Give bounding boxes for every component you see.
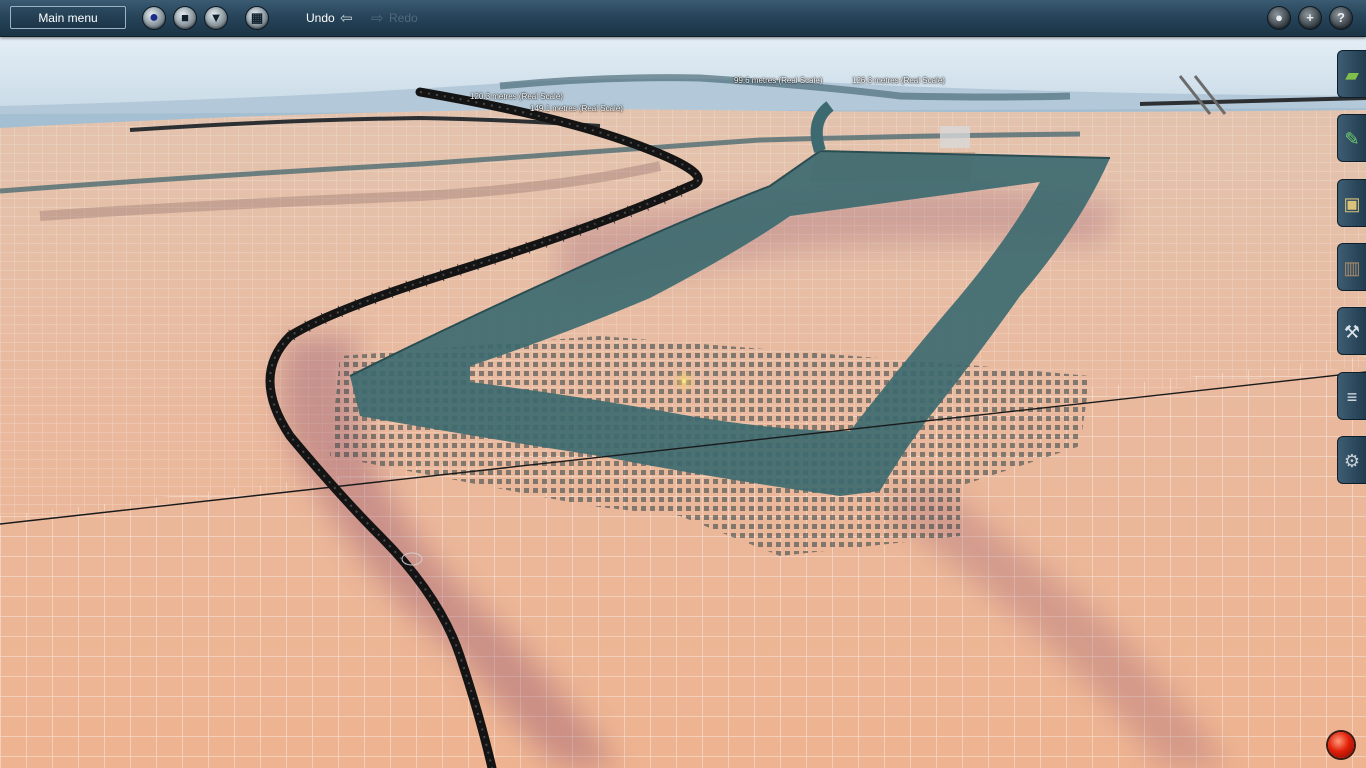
objects-tool-icon: ▣ [1343, 194, 1361, 214]
globe-button[interactable]: ● [143, 7, 165, 29]
redo-label: Redo [389, 11, 418, 25]
help-button[interactable]: ? [1330, 7, 1352, 29]
objects-tool-tab[interactable]: ▣ [1337, 179, 1366, 227]
terrain-scene[interactable] [0, 36, 1366, 768]
paint-tool-tab[interactable]: ✎ [1337, 114, 1366, 162]
add-button[interactable]: + [1299, 7, 1321, 29]
paint-tool-icon: ✎ [1344, 129, 1360, 149]
redo-arrow-icon: ⇨ [371, 10, 384, 27]
gear-icon: ⚙ [1343, 451, 1361, 471]
stop-icon: ■ [181, 10, 189, 25]
measurement-label: 120.3 metres (Real Scale) [470, 92, 563, 101]
3d-viewport[interactable]: 99.6 metres (Real Scale) 126.3 metres (R… [0, 36, 1366, 768]
grid-icon: ▦ [250, 10, 264, 25]
settings-tab[interactable]: ⚙ [1337, 436, 1366, 484]
track-tool-icon: ▥ [1343, 258, 1361, 278]
grid-button[interactable]: ▦ [246, 7, 268, 29]
camera-button[interactable]: ● [1268, 7, 1290, 29]
measurement-label: 149.1 metres (Real Scale) [530, 104, 623, 113]
tools-tab[interactable]: ⚒ [1337, 307, 1366, 355]
track-tool-tab[interactable]: ▥ [1337, 243, 1366, 291]
layers-icon: ≡ [1346, 387, 1358, 407]
terrain-tool-icon: ▰ [1345, 65, 1359, 85]
filter-button[interactable]: ▼ [205, 7, 227, 29]
filter-icon: ▼ [209, 10, 223, 25]
undo-arrow-icon[interactable]: ⇦ [340, 9, 353, 27]
camera-icon: ● [1275, 10, 1283, 25]
top-toolbar: Main menu ● ■ ▼ ▦ Undo ⇦ ⇨ Redo ● + ? [0, 0, 1366, 37]
main-menu-button[interactable]: Main menu [10, 6, 126, 29]
record-button[interactable] [1328, 732, 1354, 758]
measurement-label: 99.6 metres (Real Scale) [734, 76, 823, 85]
undo-label[interactable]: Undo [306, 11, 335, 25]
layers-tab[interactable]: ≡ [1337, 372, 1366, 420]
stop-button[interactable]: ■ [174, 7, 196, 29]
plus-icon: + [1306, 10, 1314, 25]
terrain-tool-tab[interactable]: ▰ [1337, 50, 1366, 98]
globe-icon: ● [149, 9, 159, 26]
settings-wrench-icon: ⚒ [1343, 322, 1361, 342]
help-icon: ? [1337, 10, 1345, 25]
measurement-label: 126.3 metres (Real Scale) [852, 76, 945, 85]
